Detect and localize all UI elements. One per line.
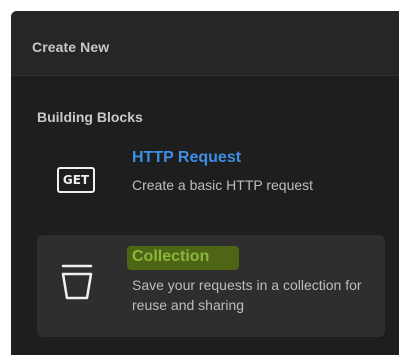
panel-title: Create New	[32, 39, 110, 55]
create-new-panel: Create New Building Blocks GET HTTP Requ…	[11, 11, 399, 355]
collection-description: Save your requests in a collection for r…	[132, 277, 362, 313]
get-icon-label: GET	[62, 173, 90, 187]
http-request-option[interactable]: GET HTTP Request Create a basic HTTP req…	[37, 139, 385, 229]
trash-bin-icon	[61, 264, 93, 300]
panel-header: Create New	[11, 11, 399, 76]
http-request-title: HTTP Request	[132, 149, 242, 166]
collection-title: Collection	[132, 248, 210, 265]
section-title: Building Blocks	[37, 109, 143, 125]
http-request-description: Create a basic HTTP request	[132, 177, 314, 193]
collection-option[interactable]: Collection Save your requests in a colle…	[37, 235, 385, 337]
get-icon: GET	[57, 167, 95, 193]
